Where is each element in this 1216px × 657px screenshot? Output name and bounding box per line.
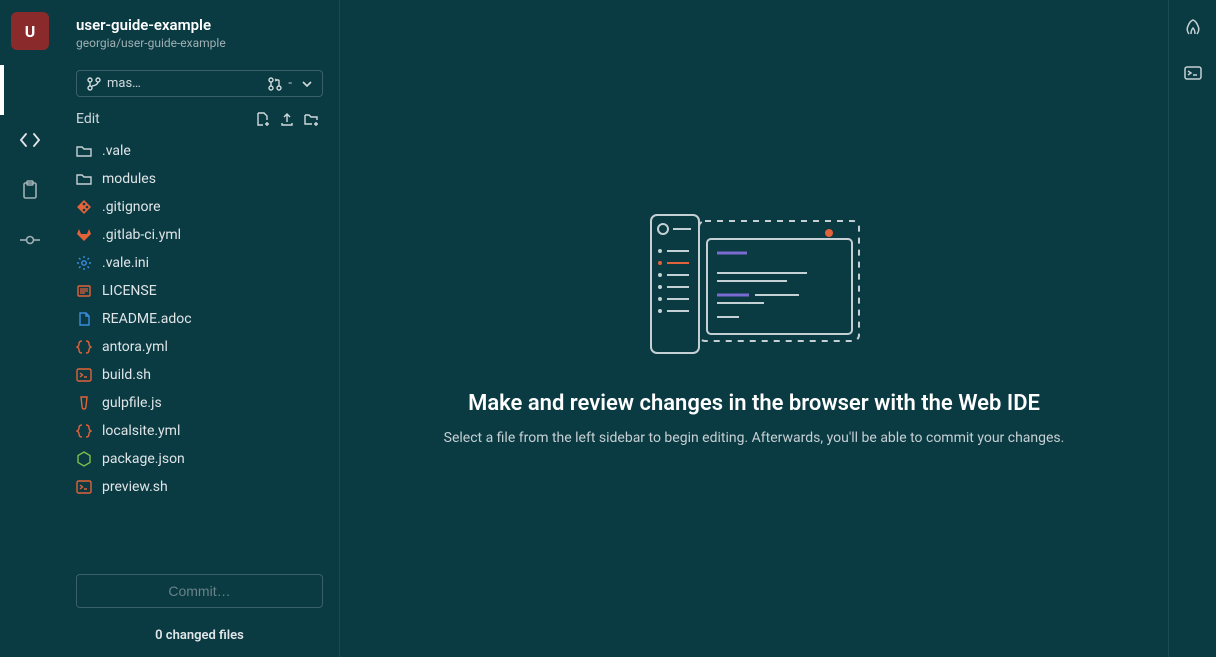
edit-tab-icon[interactable]: [0, 115, 60, 165]
braces-icon: [76, 339, 92, 355]
tree-item[interactable]: README.adoc: [60, 305, 339, 333]
tree-item-label: LICENSE: [102, 283, 157, 299]
tree-item[interactable]: LICENSE: [60, 277, 339, 305]
tree-item[interactable]: .vale.ini: [60, 249, 339, 277]
folder-icon: [76, 171, 92, 187]
tree-item-label: localsite.yml: [102, 423, 180, 439]
tree-item-label: .gitlab-ci.yml: [102, 227, 181, 243]
merge-request-count: -: [288, 76, 292, 91]
left-activity-rail: U: [0, 0, 60, 657]
term-icon: [76, 367, 92, 383]
tree-item[interactable]: gulpfile.js: [60, 389, 339, 417]
branch-icon: [87, 77, 101, 91]
tree-item-label: package.json: [102, 451, 185, 467]
folder-icon: [76, 143, 92, 159]
git-icon: [76, 199, 92, 215]
tree-item-label: gulpfile.js: [102, 395, 162, 411]
hero-illustration: [639, 211, 869, 361]
doc-icon: [76, 311, 92, 327]
tree-item[interactable]: preview.sh: [60, 473, 339, 501]
branch-selector[interactable]: mas… -: [76, 70, 323, 97]
file-tree[interactable]: .vale modules .gitignore .gitlab-ci.yml .val…: [60, 133, 339, 560]
node-icon: [76, 451, 92, 467]
tree-item-label: README.adoc: [102, 311, 192, 327]
license-icon: [76, 283, 92, 299]
project-header: user-guide-example georgia/user-guide-ex…: [60, 0, 339, 60]
tree-item-label: antora.yml: [102, 339, 168, 355]
project-path: georgia/user-guide-example: [76, 36, 323, 50]
app-badge[interactable]: U: [11, 12, 49, 50]
hero-title: Make and review changes in the browser w…: [468, 391, 1040, 416]
editor-main: Make and review changes in the browser w…: [340, 0, 1168, 657]
tree-item[interactable]: modules: [60, 165, 339, 193]
project-title: user-guide-example: [76, 16, 323, 34]
chevron-down-icon: [302, 81, 312, 87]
term-icon: [76, 479, 92, 495]
braces-icon: [76, 423, 92, 439]
tree-item[interactable]: localsite.yml: [60, 417, 339, 445]
changed-files-count: 0 changed files: [60, 622, 339, 657]
review-tab-icon[interactable]: [0, 165, 60, 215]
tree-item-label: preview.sh: [102, 479, 168, 495]
tree-item-label: .gitignore: [102, 199, 161, 215]
edit-section-header: Edit: [60, 105, 339, 133]
tree-item-label: .vale: [102, 143, 131, 159]
tree-item[interactable]: build.sh: [60, 361, 339, 389]
tree-item[interactable]: package.json: [60, 445, 339, 473]
terminal-icon[interactable]: [1184, 66, 1202, 80]
pipelines-icon[interactable]: [1184, 18, 1202, 36]
new-file-icon[interactable]: [251, 111, 275, 127]
tree-item-label: modules: [102, 171, 156, 187]
new-folder-icon[interactable]: [299, 111, 323, 127]
branch-name: mas…: [107, 76, 141, 91]
tree-item[interactable]: .gitlab-ci.yml: [60, 221, 339, 249]
gear-icon: [76, 255, 92, 271]
tree-item[interactable]: .vale: [60, 137, 339, 165]
gulp-icon: [76, 395, 92, 411]
file-sidebar: user-guide-example georgia/user-guide-ex…: [60, 0, 340, 657]
tree-item-label: build.sh: [102, 367, 151, 383]
tree-item[interactable]: .gitignore: [60, 193, 339, 221]
right-rail: [1168, 0, 1216, 657]
hero-subtitle: Select a file from the left sidebar to b…: [444, 430, 1065, 446]
merge-request-icon: [268, 77, 282, 91]
commit-section: Commit…: [60, 560, 339, 622]
tree-item-label: .vale.ini: [102, 255, 149, 271]
gitlab-icon: [76, 227, 92, 243]
upload-file-icon[interactable]: [275, 111, 299, 127]
commit-button[interactable]: Commit…: [76, 574, 323, 608]
commit-tab-icon[interactable]: [0, 215, 60, 265]
tree-item[interactable]: antora.yml: [60, 333, 339, 361]
edit-section-label: Edit: [76, 111, 100, 127]
